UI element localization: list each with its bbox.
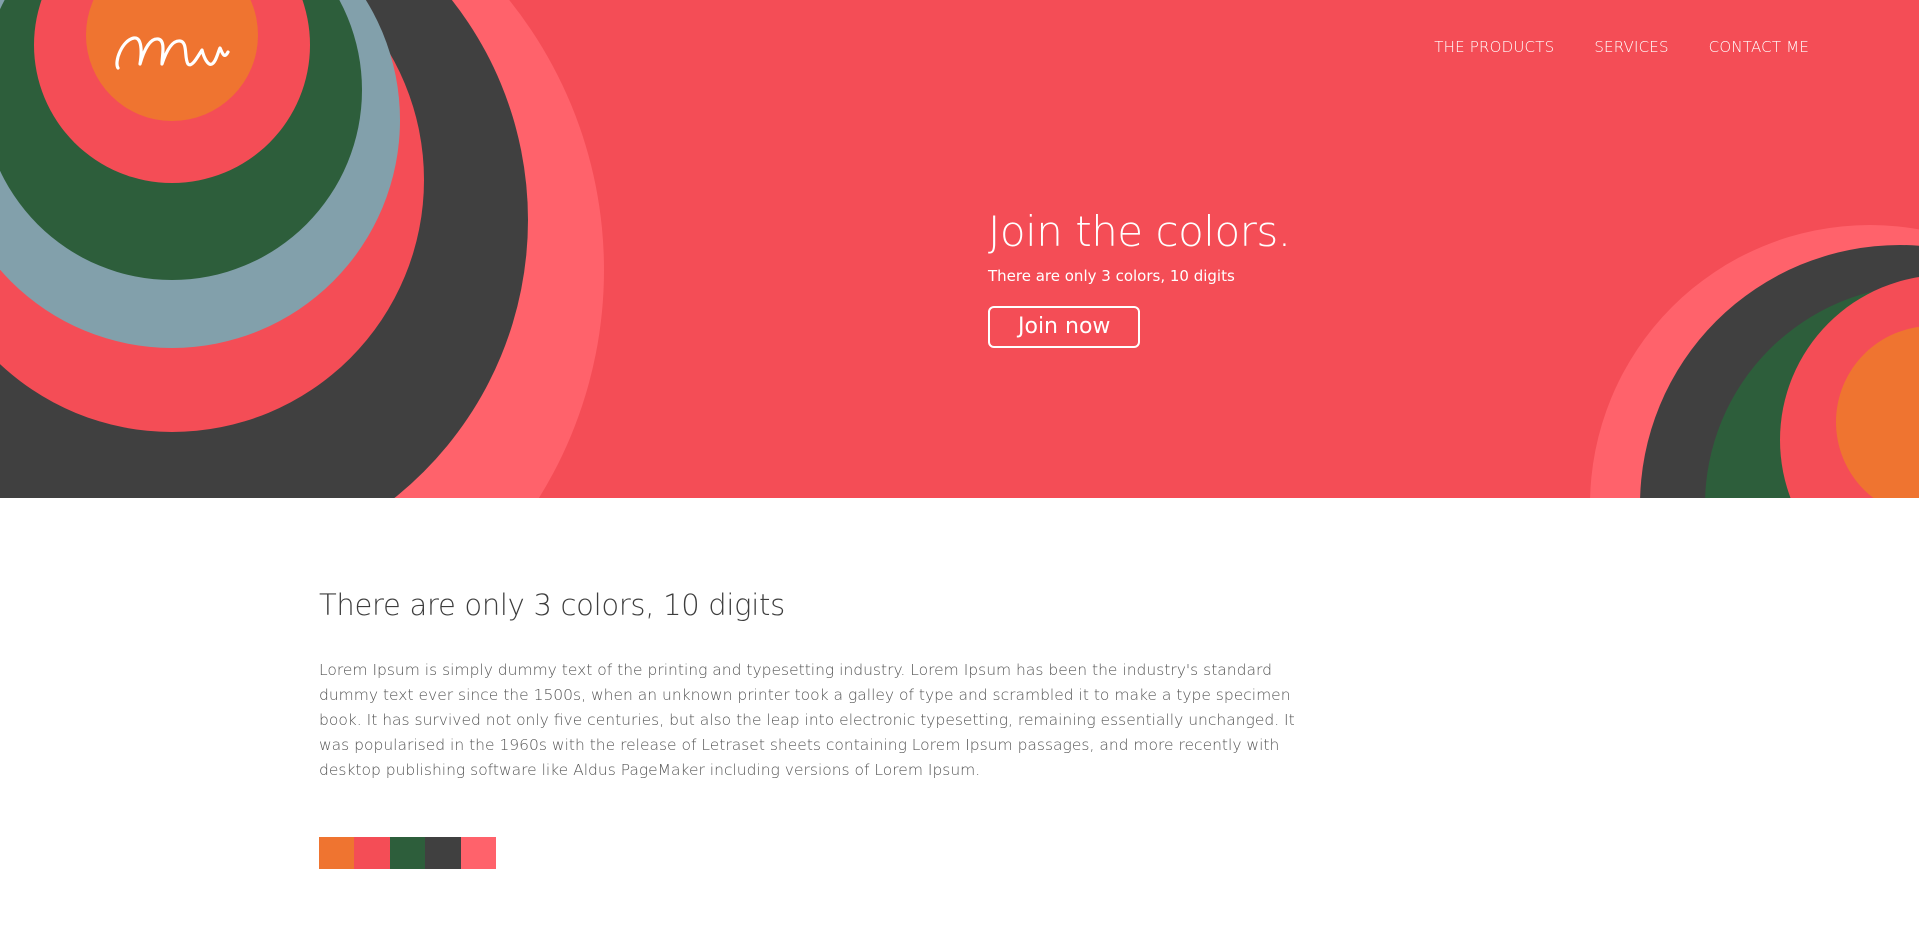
nav-link-services[interactable]: SERVICES	[1594, 38, 1668, 56]
swatch-green	[389, 837, 426, 869]
decorative-circles-right	[1590, 225, 1919, 498]
hero-section: THE PRODUCTS SERVICES CONTACT ME Join th…	[0, 0, 1919, 498]
content-section: There are only 3 colors, 10 digits Lorem…	[319, 588, 1319, 783]
hero-title: Join the colors.	[988, 207, 1291, 256]
swatch-orange	[319, 837, 355, 869]
section-title: There are only 3 colors, 10 digits	[319, 588, 785, 622]
swatch-dark	[425, 837, 461, 869]
swatch-red	[354, 837, 390, 869]
brand-logo[interactable]	[112, 22, 234, 84]
join-now-button[interactable]: Join now	[988, 306, 1141, 348]
nav-link-products[interactable]: THE PRODUCTS	[1434, 38, 1554, 56]
hero-subtitle: There are only 3 colors, 10 digits	[988, 267, 1235, 285]
color-swatches	[319, 837, 496, 869]
hero-content: Join the colors. There are only 3 colors…	[988, 205, 1291, 348]
main-navigation: THE PRODUCTS SERVICES CONTACT ME	[1434, 38, 1809, 56]
nav-link-contact[interactable]: CONTACT ME	[1709, 38, 1809, 56]
section-body-text: Lorem Ipsum is simply dummy text of the …	[319, 661, 1295, 779]
swatch-pink	[460, 837, 496, 869]
